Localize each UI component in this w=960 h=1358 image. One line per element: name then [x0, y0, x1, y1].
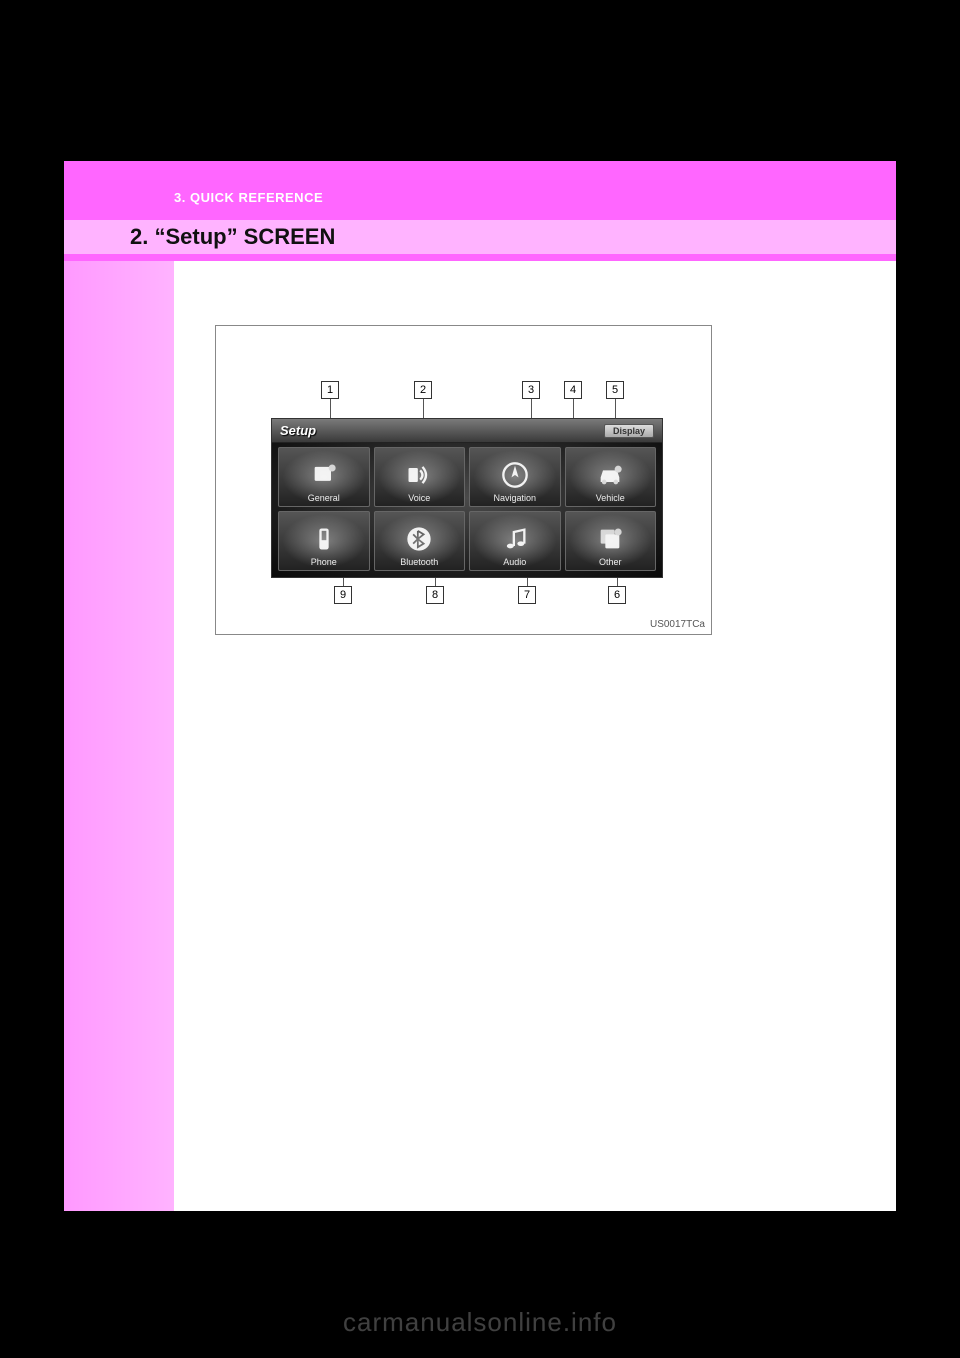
tile-audio[interactable]: Audio	[469, 511, 561, 571]
navigation-icon	[501, 461, 529, 494]
tile-label: Vehicle	[566, 493, 656, 503]
tile-label: Bluetooth	[375, 557, 465, 567]
side-stripe	[64, 161, 174, 1211]
page-body	[64, 161, 896, 1211]
bluetooth-icon	[405, 525, 433, 558]
callout-4: 4	[564, 381, 582, 399]
section-title: 2. “Setup” SCREEN	[130, 224, 335, 250]
other-icon	[596, 525, 624, 558]
tile-phone[interactable]: Phone	[278, 511, 370, 571]
vehicle-icon	[596, 461, 624, 494]
tile-general[interactable]: General	[278, 447, 370, 507]
watermark: carmanualsonline.info	[0, 1307, 960, 1338]
audio-icon	[501, 525, 529, 558]
tile-label: Other	[566, 557, 656, 567]
section-title-bar: 2. “Setup” SCREEN	[64, 220, 896, 254]
screen-header: Setup Display	[272, 419, 662, 443]
tile-label: Voice	[375, 493, 465, 503]
tile-label: General	[279, 493, 369, 503]
callout-9: 9	[334, 586, 352, 604]
tile-navigation[interactable]: Navigation	[469, 447, 561, 507]
callout-7: 7	[518, 586, 536, 604]
tile-vehicle[interactable]: Vehicle	[565, 447, 657, 507]
callout-6: 6	[608, 586, 626, 604]
screen-title: Setup	[280, 423, 316, 438]
general-icon	[310, 461, 338, 494]
phone-icon	[310, 525, 338, 558]
figure: 1 2 3 4 5 6 7 8 9 Setup Display General	[215, 325, 712, 635]
tile-label: Navigation	[470, 493, 560, 503]
tile-bluetooth[interactable]: Bluetooth	[374, 511, 466, 571]
callout-5: 5	[606, 381, 624, 399]
callout-3: 3	[522, 381, 540, 399]
tile-other[interactable]: Other	[565, 511, 657, 571]
figure-code: US0017TCa	[650, 619, 705, 630]
display-button[interactable]: Display	[604, 424, 654, 438]
tile-voice[interactable]: Voice	[374, 447, 466, 507]
callout-1: 1	[321, 381, 339, 399]
tile-label: Phone	[279, 557, 369, 567]
voice-icon	[405, 461, 433, 494]
setup-grid: General Voice Navigation	[278, 447, 656, 571]
setup-screen: Setup Display General Voice	[271, 418, 663, 578]
callout-2: 2	[414, 381, 432, 399]
callout-8: 8	[426, 586, 444, 604]
chapter-heading: 3. QUICK REFERENCE	[174, 190, 323, 205]
tile-label: Audio	[470, 557, 560, 567]
